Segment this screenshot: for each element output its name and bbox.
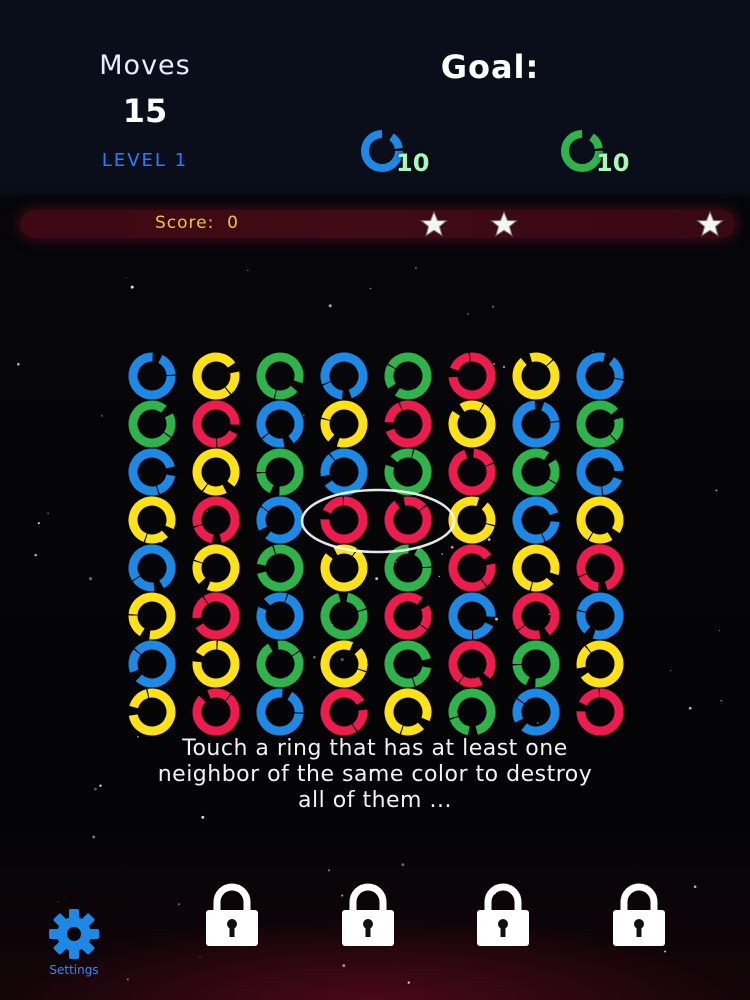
red-ring[interactable] <box>568 544 632 592</box>
settings-label: Settings <box>49 963 99 977</box>
green-ring[interactable] <box>312 592 376 640</box>
yellow-ring[interactable] <box>504 544 568 592</box>
red-ring[interactable] <box>312 688 376 736</box>
green-ring[interactable] <box>504 448 568 496</box>
green-ring[interactable] <box>120 400 184 448</box>
moves-label: Moves <box>99 50 191 81</box>
score-display: Score: 0 <box>155 213 239 233</box>
star-icon <box>696 211 724 237</box>
green-ring[interactable] <box>440 688 504 736</box>
blue-ring[interactable] <box>312 352 376 400</box>
red-ring[interactable] <box>376 400 440 448</box>
padlock-icon[interactable] <box>202 882 262 948</box>
yellow-ring[interactable] <box>120 592 184 640</box>
goal-blue-rings: 10 <box>358 125 448 185</box>
hint-line: Touch a ring that has at least one <box>182 736 568 761</box>
blue-ring[interactable] <box>248 400 312 448</box>
blue-ring[interactable] <box>248 688 312 736</box>
red-ring[interactable] <box>440 640 504 688</box>
blue-ring[interactable] <box>120 448 184 496</box>
yellow-ring[interactable] <box>504 352 568 400</box>
red-ring[interactable] <box>184 592 248 640</box>
blue-ring[interactable] <box>568 448 632 496</box>
blue-ring[interactable] <box>568 592 632 640</box>
green-ring[interactable] <box>568 400 632 448</box>
red-ring[interactable] <box>376 592 440 640</box>
yellow-ring[interactable] <box>376 688 440 736</box>
blue-ring[interactable] <box>120 352 184 400</box>
header-panel: Moves 15 LEVEL 1 Goal: 10 10 <box>0 0 750 195</box>
padlock-icon[interactable] <box>609 882 669 948</box>
red-ring[interactable] <box>184 496 248 544</box>
hint-line: neighbor of the same color to destroy <box>157 762 593 787</box>
padlock-icon[interactable] <box>473 882 533 948</box>
red-ring[interactable] <box>184 688 248 736</box>
goal-green-rings: 10 <box>558 125 648 185</box>
moves-counter: 15 <box>122 92 168 130</box>
yellow-ring[interactable] <box>120 496 184 544</box>
yellow-ring[interactable] <box>120 688 184 736</box>
goal-green-count: 10 <box>596 149 630 177</box>
yellow-ring[interactable] <box>568 640 632 688</box>
yellow-ring[interactable] <box>440 400 504 448</box>
yellow-ring[interactable] <box>184 352 248 400</box>
red-ring[interactable] <box>184 400 248 448</box>
yellow-ring[interactable] <box>184 544 248 592</box>
yellow-ring[interactable] <box>312 400 376 448</box>
score-value: 0 <box>227 213 239 233</box>
tutorial-hint: Touch a ring that has at least one neigh… <box>70 736 680 814</box>
goal-blue-count: 10 <box>396 149 430 177</box>
goal-label: Goal: <box>440 48 540 86</box>
blue-ring[interactable] <box>504 496 568 544</box>
score-bar: Score: 0 <box>20 210 735 238</box>
yellow-ring[interactable] <box>568 496 632 544</box>
blue-ring[interactable] <box>120 640 184 688</box>
red-ring[interactable] <box>504 592 568 640</box>
yellow-ring[interactable] <box>184 448 248 496</box>
green-ring[interactable] <box>504 640 568 688</box>
selection-highlight <box>300 488 456 554</box>
star-icon <box>490 211 518 237</box>
padlock-icon[interactable] <box>338 882 398 948</box>
blue-ring[interactable] <box>248 592 312 640</box>
blue-ring[interactable] <box>568 352 632 400</box>
gear-icon <box>49 909 99 959</box>
blue-ring[interactable] <box>440 592 504 640</box>
green-ring[interactable] <box>248 352 312 400</box>
green-ring[interactable] <box>376 352 440 400</box>
red-ring[interactable] <box>568 688 632 736</box>
hint-line: all of them ... <box>298 788 452 813</box>
yellow-ring[interactable] <box>312 640 376 688</box>
blue-ring[interactable] <box>504 400 568 448</box>
settings-button[interactable]: Settings <box>35 905 113 985</box>
yellow-ring[interactable] <box>184 640 248 688</box>
blue-ring[interactable] <box>504 688 568 736</box>
score-label: Score: <box>155 213 215 233</box>
star-icon <box>420 211 448 237</box>
red-ring[interactable] <box>440 352 504 400</box>
level-indicator: LEVEL 1 <box>101 150 189 171</box>
blue-ring[interactable] <box>120 544 184 592</box>
green-ring[interactable] <box>248 640 312 688</box>
green-ring[interactable] <box>376 640 440 688</box>
